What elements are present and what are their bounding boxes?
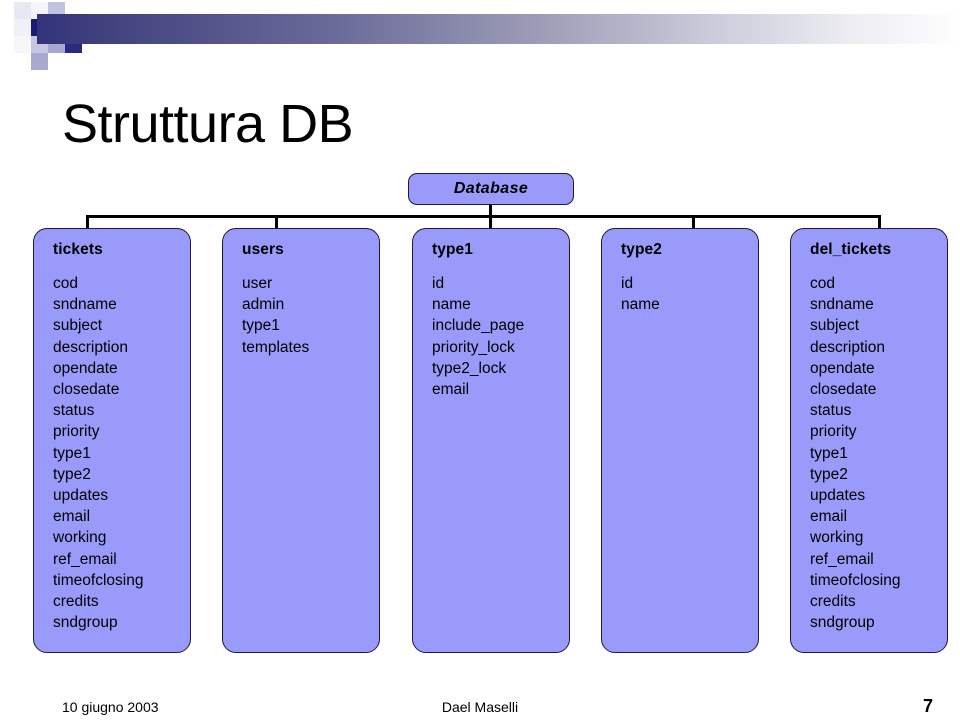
field-item: opendate <box>810 359 875 377</box>
field-item: type2 <box>53 465 91 483</box>
field-item: description <box>810 338 885 356</box>
diagram-node-users[interactable]: users user admin type1 templates <box>222 228 380 653</box>
database-structure-diagram: Database tickets cod sndname subject descrip… <box>0 160 960 660</box>
field-item: ref_email <box>53 550 117 568</box>
field-list: id name include_page priority_lock type2_loc… <box>413 273 569 400</box>
field-item: type1 <box>242 317 280 335</box>
field-item: closedate <box>53 381 120 399</box>
field-item: credits <box>810 593 856 611</box>
field-item: type1 <box>810 444 848 462</box>
field-item: sndname <box>810 296 874 314</box>
field-item: name <box>621 296 660 314</box>
field-item: priority <box>53 423 100 441</box>
field-list: cod sndname subject description opendate clos… <box>791 273 947 633</box>
field-item: working <box>53 529 107 547</box>
field-item: updates <box>810 487 866 505</box>
table-title: type2 <box>621 241 662 258</box>
diagram-node-type2[interactable]: type2 id name <box>601 228 759 653</box>
field-item: working <box>810 529 864 547</box>
diagram-node-del_tickets[interactable]: del_ticketscod sndname subject description o… <box>790 228 948 653</box>
square-blue-bottom <box>31 53 48 70</box>
field-item: sndgroup <box>53 614 118 632</box>
slide-header-decoration <box>0 0 960 70</box>
field-item: subject <box>53 317 103 335</box>
field-item: name <box>432 296 471 314</box>
field-item: admin <box>242 296 285 314</box>
field-item: cod <box>53 275 78 292</box>
field-item: email <box>432 381 470 399</box>
field-item: status <box>810 402 852 420</box>
field-item: description <box>53 338 128 356</box>
field-item: sndname <box>53 296 117 314</box>
connector-rail <box>86 215 881 218</box>
header-gradient-bar <box>37 14 960 44</box>
footer-page-number: 7 <box>922 696 933 716</box>
field-item: type2 <box>810 465 848 483</box>
field-item: priority <box>810 423 857 441</box>
field-item: credits <box>53 593 99 611</box>
page-title: Struttura DB <box>62 94 354 155</box>
field-item: ref_email <box>810 550 874 568</box>
square-pale-left <box>14 19 31 36</box>
footer-author: Dael Maselli <box>441 699 519 715</box>
field-item: closedate <box>810 381 877 399</box>
field-item: cod <box>810 275 835 292</box>
field-item: templates <box>242 338 310 356</box>
table-title: type1 <box>432 241 473 258</box>
field-list: cod sndname subject description opendate clos… <box>34 273 190 633</box>
diagram-node-tickets[interactable]: tickets cod sndname subject description opend… <box>33 228 191 653</box>
field-item: updates <box>53 487 109 505</box>
field-item: timeofclosing <box>810 571 901 589</box>
table-title: users <box>242 241 284 258</box>
field-item: opendate <box>53 359 118 377</box>
field-item: timeofclosing <box>53 571 144 589</box>
diagram-node-database-label: Database <box>453 180 529 197</box>
field-item: id <box>621 275 634 292</box>
field-item: id <box>432 275 445 292</box>
field-item: email <box>53 508 91 526</box>
slide-footer: 10 giugno 2003 Dael Maselli 7 <box>0 696 960 726</box>
diagram-node-type1[interactable]: type1 id name include_page priority_locktype… <box>412 228 570 653</box>
table-title: del_tickets <box>810 241 892 258</box>
square-pale-lower-left <box>14 36 31 53</box>
field-item: user <box>242 275 273 292</box>
field-item: include_page <box>432 317 525 335</box>
field-item: type1 <box>53 444 91 462</box>
diagram-node-database[interactable]: Database <box>408 173 574 205</box>
field-item: sndgroup <box>810 614 875 632</box>
field-item: status <box>53 402 95 420</box>
table-title: tickets <box>53 241 103 258</box>
field-item: subject <box>810 317 860 335</box>
field-item: type2_lock <box>432 359 507 377</box>
field-list: id name <box>602 273 758 315</box>
field-list: user admin type1 templates <box>223 273 379 358</box>
square-pale-top <box>14 2 31 19</box>
field-item: priority_lock <box>432 338 515 356</box>
field-item: email <box>810 508 848 526</box>
